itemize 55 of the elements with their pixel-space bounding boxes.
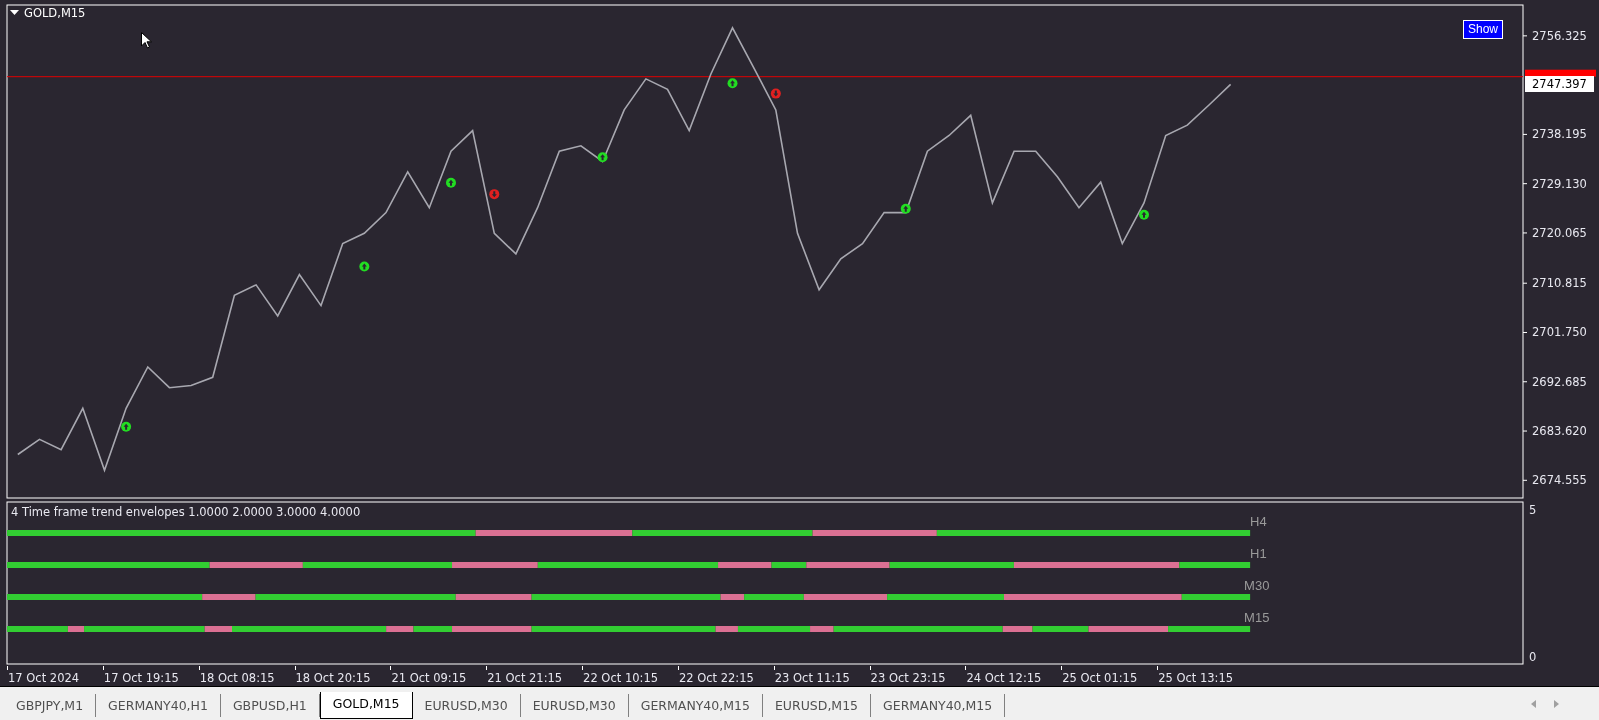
bid-price-label: 2747.397: [1525, 76, 1594, 93]
chart-tab[interactable]: GERMANY40,M15: [871, 693, 1006, 717]
chart-tab[interactable]: GBPJPY,M1: [4, 693, 97, 717]
chart-tab[interactable]: GERMANY40,H1: [96, 693, 221, 717]
up-arrow-icon: [359, 261, 370, 272]
y-tick-label: 2720.065: [1532, 225, 1587, 240]
y-tick-label: 2756.325: [1532, 28, 1587, 43]
timeframe-label: H1: [1250, 546, 1267, 561]
y-tick-label: 2738.195: [1532, 127, 1587, 142]
up-arrow-icon: [727, 78, 738, 89]
timeframe-label: M30: [1244, 578, 1270, 593]
up-arrow-icon: [445, 177, 456, 188]
time-axis-label: 17 Oct 19:15: [103, 671, 179, 685]
timeframe-label: M15: [1244, 610, 1270, 625]
time-axis-label: 25 Oct 13:15: [1158, 671, 1234, 685]
dropdown-triangle-icon[interactable]: [10, 10, 19, 16]
chart-tab[interactable]: GBPUSD,H1: [220, 693, 320, 717]
chart-title: GOLD,M15: [24, 6, 86, 20]
show-button[interactable]: Show: [1463, 20, 1504, 39]
time-axis-label: 18 Oct 08:15: [199, 671, 275, 685]
up-arrow-icon: [597, 152, 608, 163]
time-axis-label: 22 Oct 10:15: [583, 671, 659, 685]
timeframe-label: H4: [1250, 514, 1267, 529]
y-tick-label: 2701.750: [1532, 325, 1587, 340]
down-arrow-icon: [489, 189, 500, 200]
chart-tab[interactable]: EURUSD,M15: [762, 693, 872, 717]
time-axis-label: 23 Oct 23:15: [870, 671, 946, 685]
y-tick-label: 2692.685: [1532, 374, 1587, 389]
indicator-scale-label: 0: [1529, 650, 1537, 664]
scroll-left-icon[interactable]: [1531, 699, 1536, 708]
down-arrow-icon: [770, 88, 781, 99]
indicator-title: 4 Time frame trend envelopes 1.0000 2.0000 3.0000 4.0000: [11, 505, 361, 519]
indicator-scale-label: 5: [1529, 503, 1537, 517]
scroll-right-icon[interactable]: [1554, 699, 1559, 708]
up-arrow-icon: [1139, 209, 1149, 220]
y-tick-label: 2674.555: [1532, 473, 1587, 488]
chart-tab[interactable]: GERMANY40,M15: [628, 693, 763, 717]
ask-price-marker: [1525, 69, 1596, 77]
time-axis-label: 21 Oct 21:15: [487, 671, 563, 685]
time-axis-label: 21 Oct 09:15: [391, 671, 467, 685]
y-tick-label: 2729.130: [1532, 176, 1587, 191]
y-tick-label: 2683.620: [1532, 424, 1587, 439]
time-axis-label: 18 Oct 20:15: [295, 671, 371, 685]
mouse-cursor-icon: [141, 32, 152, 49]
up-arrow-icon: [900, 203, 911, 214]
chart-tab[interactable]: GOLD,M15: [319, 691, 413, 719]
time-axis-label: 23 Oct 11:15: [774, 671, 850, 685]
chart-tab[interactable]: EURUSD,M30: [412, 693, 521, 717]
time-axis-label: 17 Oct 2024: [8, 671, 80, 685]
y-tick-label: 2710.815: [1532, 276, 1587, 291]
chart-tab[interactable]: EURUSD,M30: [520, 693, 629, 717]
time-axis-label: 25 Oct 01:15: [1062, 671, 1138, 685]
time-axis-label: 24 Oct 12:15: [966, 671, 1042, 685]
time-axis-label: 22 Oct 22:15: [678, 671, 754, 685]
up-arrow-icon: [121, 421, 132, 432]
